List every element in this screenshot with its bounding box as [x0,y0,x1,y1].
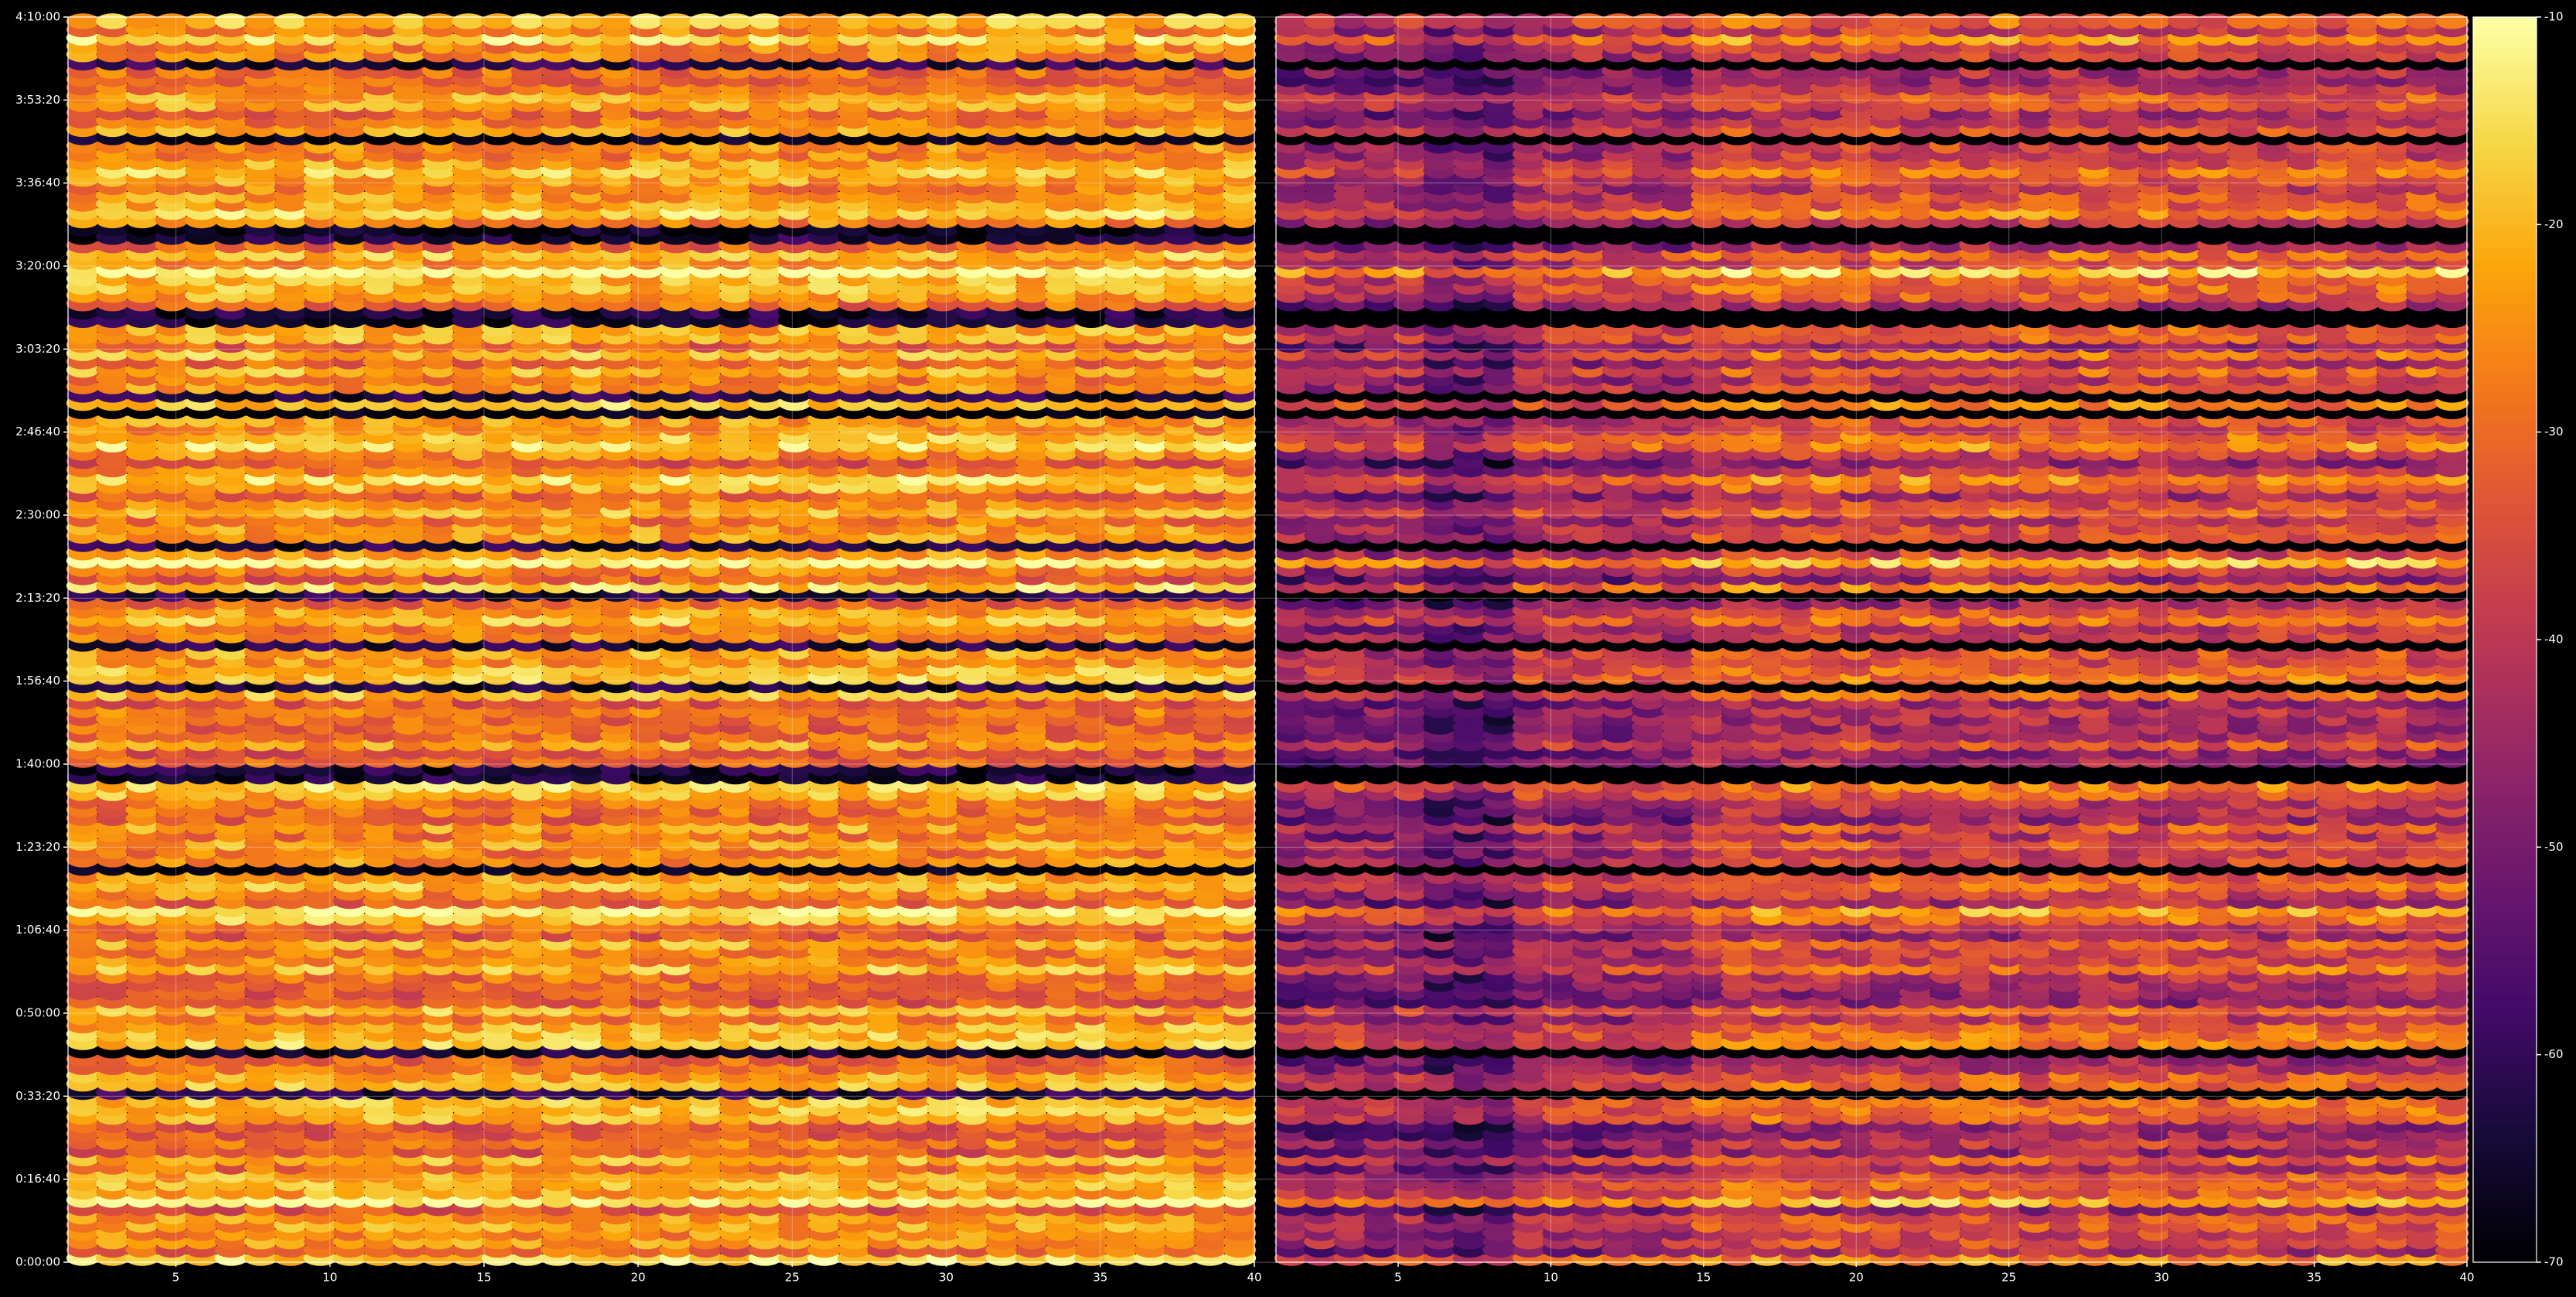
spectrogram-chart: 0:00:00 0:16:40 0:33:20 0:50:00 1:06:40 1:23:… [0,0,2576,1293]
heatmap-panel-left [66,13,1257,1266]
chart-svg: 0:00:000:16:400:33:200:50:001:06:401:23:… [15,10,2563,1285]
